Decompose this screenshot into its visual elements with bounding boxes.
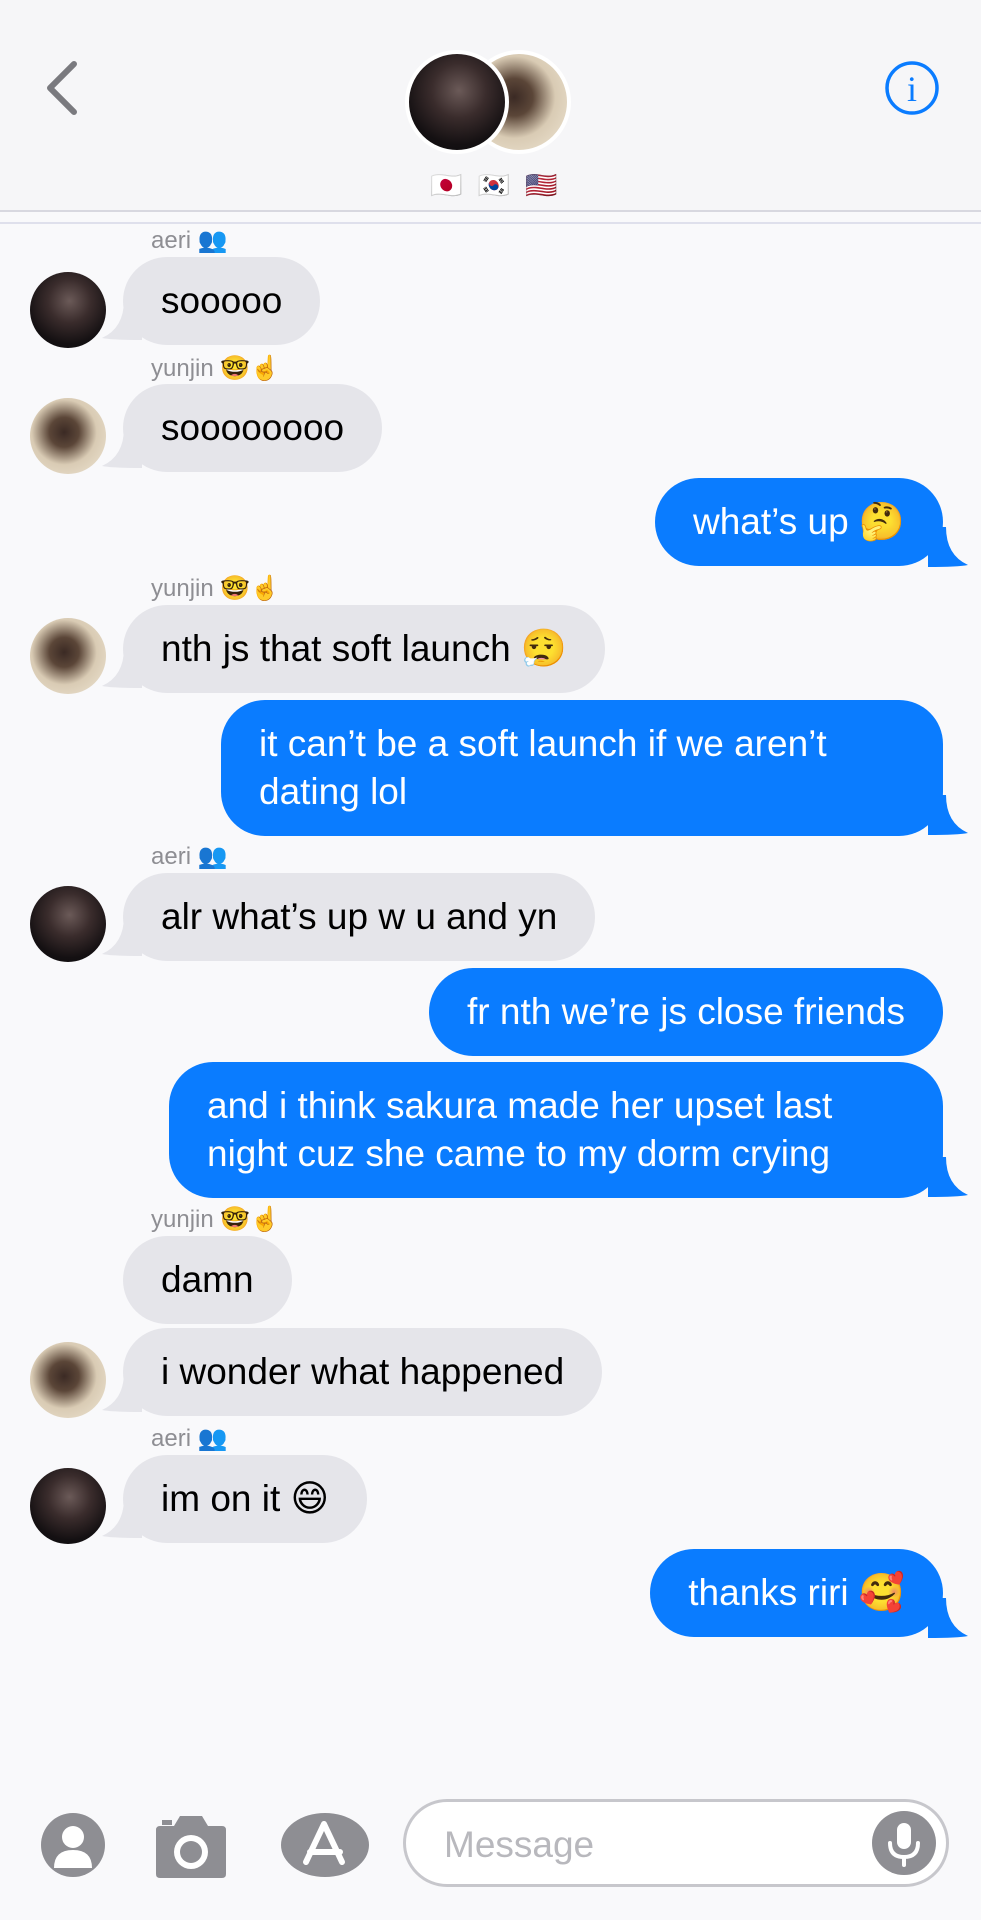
avatar-aeri[interactable]	[30, 886, 106, 962]
incoming-message[interactable]: im on it 😄	[123, 1455, 368, 1543]
group-avatars[interactable]	[405, 48, 575, 158]
incoming-message[interactable]: nth js that soft launch 😮‍💨	[123, 605, 606, 693]
bubble-tail	[928, 1157, 968, 1197]
sender-name: yunjin 🤓☝️	[151, 354, 280, 383]
app-store-icon[interactable]	[280, 1812, 370, 1878]
sender-name-text: aeri	[151, 843, 192, 870]
outgoing-message[interactable]: thanks riri 🥰	[650, 1549, 943, 1637]
back-chevron-icon[interactable]	[40, 58, 90, 118]
avatar-yunjin[interactable]	[30, 1342, 106, 1418]
message-field[interactable]	[403, 1799, 949, 1887]
sender-name-emoji: 🤓☝️	[220, 1206, 281, 1233]
bubble-tail	[928, 1598, 968, 1638]
sender-name: aeri 👥	[151, 842, 228, 871]
sender-name: aeri 👥	[151, 226, 228, 255]
sender-name-emoji: 👥	[197, 1425, 228, 1452]
avatar-aeri[interactable]	[30, 272, 106, 348]
sender-name-text: aeri	[151, 1425, 192, 1452]
message-input[interactable]	[442, 1816, 866, 1874]
incoming-message[interactable]: sooooo	[123, 257, 321, 345]
header-divider	[0, 222, 981, 224]
sender-name: yunjin 🤓☝️	[151, 1205, 280, 1234]
sender-name: aeri 👥	[151, 1424, 228, 1453]
incoming-message[interactable]: soooooooo	[123, 384, 383, 472]
bubble-tail	[928, 795, 968, 835]
sender-name-emoji: 🤓☝️	[220, 355, 281, 382]
camera-icon[interactable]	[150, 1814, 232, 1880]
sender-name-text: yunjin	[151, 1206, 214, 1233]
sender-name-text: yunjin	[151, 355, 214, 382]
incoming-message[interactable]: i wonder what happened	[123, 1328, 603, 1416]
sender-name-emoji: 👥	[197, 227, 228, 254]
info-icon[interactable]: i	[884, 60, 940, 116]
incoming-message[interactable]: alr what’s up w u and yn	[123, 873, 596, 961]
group-name-flags: 🇯🇵 🇰🇷 🇺🇸	[430, 170, 562, 200]
sender-name-emoji: 👥	[197, 843, 228, 870]
sender-name: yunjin 🤓☝️	[151, 574, 280, 603]
outgoing-message[interactable]: it can’t be a soft launch if we aren’t d…	[221, 700, 943, 836]
avatar-aeri	[405, 50, 509, 154]
sender-name-emoji: 🤓☝️	[220, 575, 281, 602]
microphone-icon[interactable]	[872, 1811, 936, 1875]
sender-name-text: aeri	[151, 227, 192, 254]
contact-icon[interactable]	[40, 1812, 106, 1878]
outgoing-message[interactable]: fr nth we’re js close friends	[428, 968, 943, 1056]
avatar-aeri[interactable]	[30, 1468, 106, 1544]
conversation-header: 🇯🇵 🇰🇷 🇺🇸 i	[0, 0, 981, 212]
avatar-yunjin[interactable]	[30, 618, 106, 694]
outgoing-message[interactable]: what’s up 🤔	[655, 478, 943, 566]
incoming-message[interactable]: damn	[123, 1236, 292, 1324]
avatar-yunjin[interactable]	[30, 398, 106, 474]
bubble-tail	[928, 527, 968, 567]
svg-text:i: i	[907, 69, 917, 109]
sender-name-text: yunjin	[151, 575, 214, 602]
outgoing-message[interactable]: and i think sakura made her upset last n…	[169, 1062, 943, 1198]
